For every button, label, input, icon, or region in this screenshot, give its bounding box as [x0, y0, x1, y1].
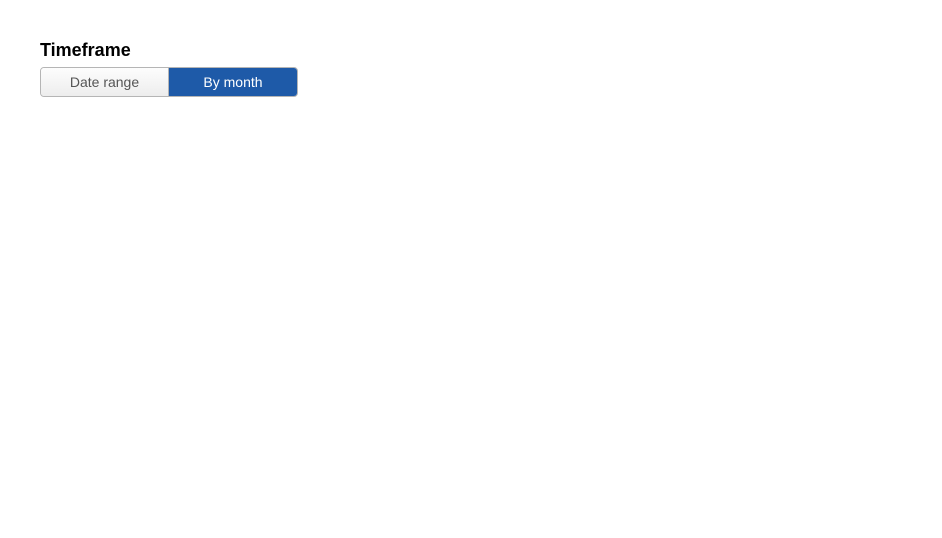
- date-range-button[interactable]: Date range: [41, 68, 169, 96]
- timeframe-section: Timeframe Date range By month: [40, 40, 902, 97]
- timeframe-title: Timeframe: [40, 40, 902, 61]
- by-month-button[interactable]: By month: [169, 68, 297, 96]
- timeframe-toggle-group: Date range By month: [40, 67, 298, 97]
